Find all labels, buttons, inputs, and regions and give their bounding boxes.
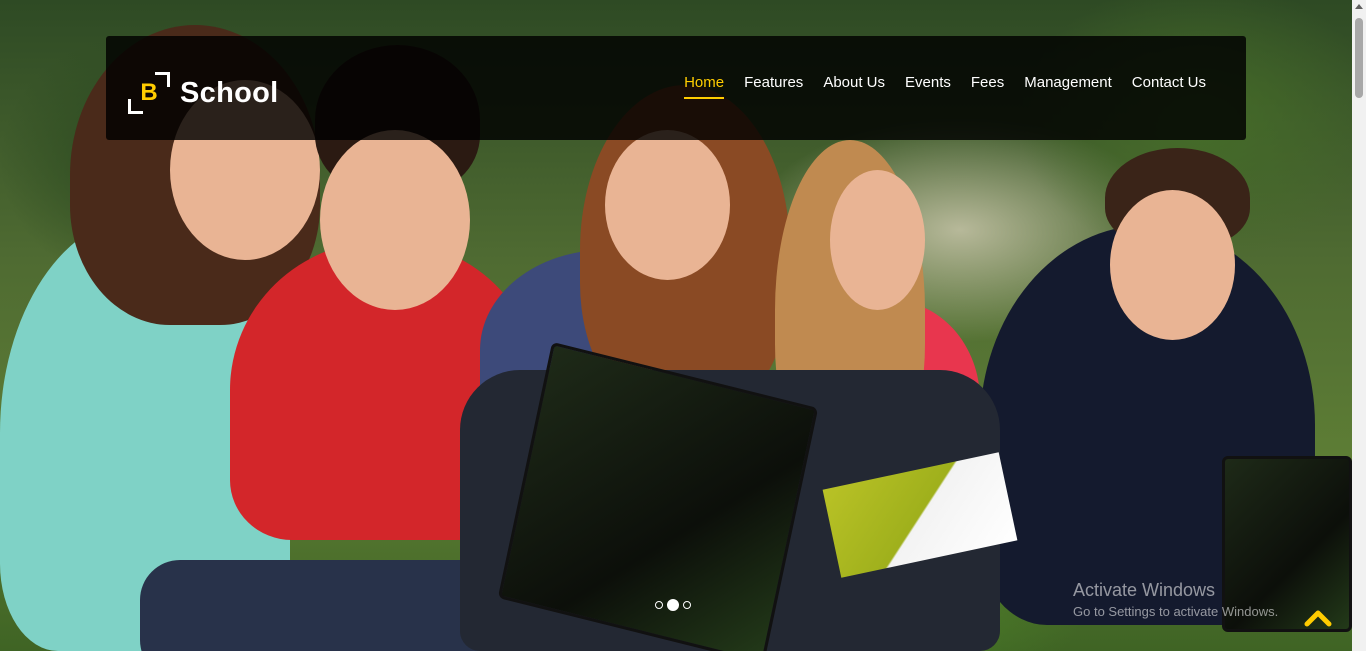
- carousel-dot[interactable]: [683, 601, 691, 609]
- main-nav: Home Features About Us Events Fees Manag…: [684, 74, 1206, 99]
- chevron-up-icon: [1304, 610, 1332, 627]
- student-face: [320, 130, 470, 310]
- scroll-up-arrow-icon[interactable]: [1355, 4, 1363, 9]
- nav-item-contact-us[interactable]: Contact Us: [1132, 74, 1206, 99]
- nav-item-fees[interactable]: Fees: [971, 74, 1004, 99]
- carousel-indicators: [655, 599, 691, 611]
- nav-item-home[interactable]: Home: [684, 74, 725, 99]
- vertical-scrollbar[interactable]: [1352, 0, 1366, 651]
- activation-watermark: Activate Windows Go to Settings to activ…: [1073, 580, 1278, 619]
- scroll-thumb[interactable]: [1355, 18, 1363, 98]
- student-face: [830, 170, 925, 310]
- site-header: B School Home Features About Us Events F…: [106, 36, 1246, 140]
- nav-item-management[interactable]: Management: [1024, 74, 1112, 99]
- watermark-subtitle: Go to Settings to activate Windows.: [1073, 604, 1279, 619]
- nav-item-about-us[interactable]: About Us: [823, 74, 885, 99]
- watermark-title: Activate Windows: [1073, 580, 1216, 600]
- student-face: [605, 130, 730, 280]
- logo-icon: B: [128, 72, 170, 114]
- carousel-dot[interactable]: [655, 601, 663, 609]
- back-to-top-button[interactable]: [1304, 608, 1332, 628]
- page: B School Home Features About Us Events F…: [0, 0, 1366, 651]
- nav-item-features[interactable]: Features: [744, 74, 803, 99]
- logo-letter: B: [140, 79, 158, 106]
- nav-item-events[interactable]: Events: [905, 74, 951, 99]
- student-face: [1110, 190, 1235, 340]
- logo-text: School: [180, 76, 279, 109]
- site-logo[interactable]: B School: [128, 72, 278, 114]
- carousel-dot-active[interactable]: [667, 599, 679, 611]
